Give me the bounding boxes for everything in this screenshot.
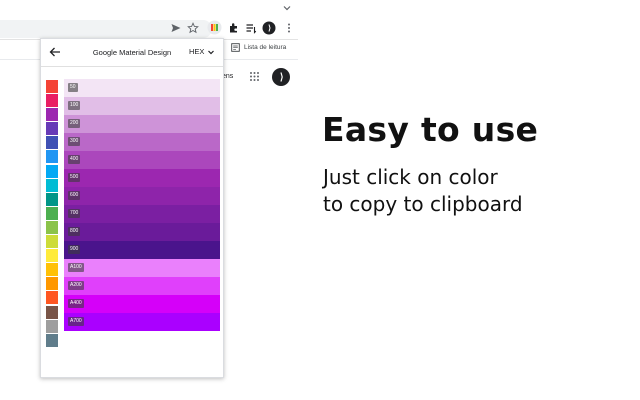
shade-row[interactable]: A100 bbox=[64, 259, 220, 277]
send-icon[interactable] bbox=[170, 22, 182, 34]
shade-row[interactable]: 200 bbox=[64, 115, 220, 133]
shade-label: A100 bbox=[68, 263, 84, 272]
promo-subline-line-1: Just click on color bbox=[323, 165, 498, 189]
reading-list-label: Lista de leitura bbox=[244, 44, 287, 51]
promo-headline: Easy to use bbox=[322, 110, 539, 149]
extensions-puzzle-icon[interactable] bbox=[228, 22, 240, 34]
palette-swatch[interactable] bbox=[46, 305, 58, 319]
shade-row[interactable]: 100 bbox=[64, 97, 220, 115]
palette-swatch[interactable] bbox=[46, 192, 58, 206]
palette-swatch[interactable] bbox=[46, 277, 58, 291]
color-format-select[interactable]: HEX bbox=[189, 47, 215, 56]
shade-label: 600 bbox=[68, 191, 81, 200]
shade-label: A700 bbox=[68, 317, 84, 326]
browser-toolbar bbox=[0, 18, 298, 40]
reading-list-bookmark[interactable]: Lista de leitura bbox=[231, 43, 286, 52]
color-picker-popup: Google Material Design HEX 50 100 200 300 40… bbox=[40, 38, 224, 378]
shade-label: A400 bbox=[68, 299, 84, 308]
palette-swatch[interactable] bbox=[46, 94, 58, 108]
shade-label: 900 bbox=[68, 245, 81, 254]
star-icon[interactable] bbox=[187, 22, 199, 34]
shade-row[interactable]: 900 bbox=[64, 241, 220, 259]
shade-row[interactable]: 600 bbox=[64, 187, 220, 205]
more-vert-icon[interactable] bbox=[283, 22, 295, 34]
screenshot-root: Lista de leitura ens Google Material Des… bbox=[0, 0, 640, 400]
shade-row[interactable]: 800 bbox=[64, 223, 220, 241]
shade-row[interactable]: A400 bbox=[64, 295, 220, 313]
palette-swatch[interactable] bbox=[46, 333, 58, 347]
shade-row[interactable]: 500 bbox=[64, 169, 220, 187]
palette-swatch[interactable] bbox=[46, 291, 58, 305]
shade-label: 700 bbox=[68, 209, 81, 218]
palette-swatch[interactable] bbox=[46, 108, 58, 122]
palette-swatch[interactable] bbox=[46, 122, 58, 136]
google-apps-grid-icon[interactable] bbox=[249, 71, 260, 82]
palette-swatch[interactable] bbox=[46, 80, 58, 93]
palette-swatch[interactable] bbox=[46, 206, 58, 220]
browser-tabstrip bbox=[0, 0, 298, 18]
palette-swatch[interactable] bbox=[46, 220, 58, 234]
shade-row[interactable]: 300 bbox=[64, 133, 220, 151]
palette-swatch[interactable] bbox=[46, 263, 58, 277]
popup-header: Google Material Design HEX bbox=[41, 39, 223, 67]
shade-row[interactable]: 700 bbox=[64, 205, 220, 223]
shade-list: 50 100 200 300 400 500 600 700 800 900 A100 A200 A40… bbox=[64, 79, 220, 331]
shade-label: 100 bbox=[68, 101, 81, 110]
palette-swatch[interactable] bbox=[46, 150, 58, 164]
chevron-down-icon bbox=[208, 50, 215, 54]
palette-swatch-column bbox=[46, 80, 58, 348]
shade-label: 400 bbox=[68, 155, 81, 164]
shade-label: 500 bbox=[68, 173, 81, 182]
color-format-value: HEX bbox=[189, 47, 205, 56]
palette-swatch[interactable] bbox=[46, 136, 58, 150]
reading-list-icon bbox=[231, 43, 240, 52]
shade-row[interactable]: 50 bbox=[64, 79, 220, 97]
palette-swatch[interactable] bbox=[46, 178, 58, 192]
promo-subline-line-2: to copy to clipboard bbox=[323, 192, 523, 216]
shade-row[interactable]: 400 bbox=[64, 151, 220, 169]
back-arrow-icon[interactable] bbox=[49, 46, 61, 58]
shade-label: 300 bbox=[68, 137, 81, 146]
shade-label: 50 bbox=[68, 83, 78, 92]
palette-title: Google Material Design bbox=[92, 48, 172, 57]
palette-swatch[interactable] bbox=[46, 235, 58, 249]
shade-label: 200 bbox=[68, 119, 81, 128]
shade-row[interactable]: A700 bbox=[64, 313, 220, 331]
profile-avatar-icon[interactable] bbox=[262, 21, 276, 35]
palette-swatch[interactable] bbox=[46, 319, 58, 333]
promo-subline: Just click on color to copy to clipboard bbox=[323, 164, 623, 218]
palette-swatch[interactable] bbox=[46, 249, 58, 263]
google-account-avatar[interactable] bbox=[272, 68, 290, 86]
color-palette-extension-icon[interactable] bbox=[207, 20, 222, 35]
chevron-down-icon[interactable] bbox=[282, 3, 292, 13]
shade-label: A200 bbox=[68, 281, 84, 290]
account-avatar-icon bbox=[280, 72, 283, 82]
palette-swatch[interactable] bbox=[46, 164, 58, 178]
reading-list-icon[interactable] bbox=[245, 22, 257, 34]
shade-row[interactable]: A200 bbox=[64, 277, 220, 295]
shade-label: 800 bbox=[68, 227, 81, 236]
